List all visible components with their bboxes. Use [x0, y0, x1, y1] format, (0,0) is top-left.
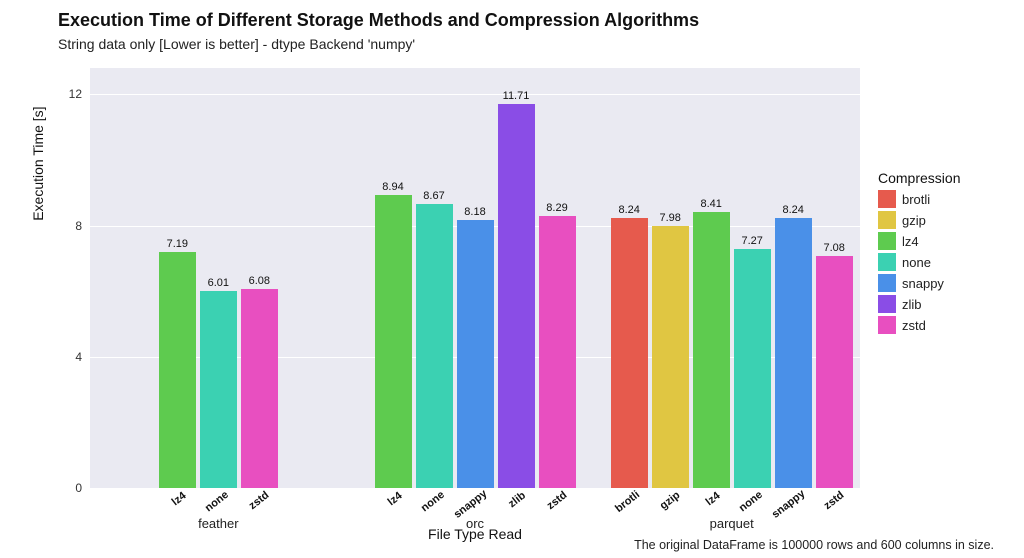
bar-value-label: 7.98 [659, 212, 680, 226]
bar-category-label: gzip [658, 489, 683, 512]
bar-feather-zstd: 6.08zstd [241, 289, 278, 489]
bar-category-label: zstd [822, 489, 847, 512]
bar-category-label: lz4 [170, 490, 189, 508]
bar-orc-zlib: 11.71zlib [498, 104, 535, 488]
legend-label: brotli [902, 192, 930, 207]
bar-category-label: none [203, 489, 231, 515]
bar-value-label: 8.41 [700, 198, 721, 212]
bar-feather-none: 6.01none [200, 291, 237, 488]
chart-title: Execution Time of Different Storage Meth… [58, 10, 699, 31]
bar-value-label: 7.27 [741, 235, 762, 249]
bar-value-label: 7.08 [823, 242, 844, 256]
footer-note: The original DataFrame is 100000 rows an… [634, 538, 994, 552]
bar-category-label: brotli [613, 489, 642, 515]
bar-category-label: lz4 [386, 490, 405, 508]
legend-swatch [878, 253, 896, 271]
bar-feather-lz4: 7.19lz4 [159, 252, 196, 488]
bar-category-label: lz4 [704, 490, 723, 508]
legend-item-zlib: zlib [878, 295, 1018, 313]
bar-category-label: zlib [506, 489, 528, 510]
y-tick-label: 4 [75, 350, 90, 364]
legend-label: gzip [902, 213, 926, 228]
legend-label: zlib [902, 297, 922, 312]
legend-swatch [878, 274, 896, 292]
bar-orc-none: 8.67none [416, 204, 453, 488]
legend-item-zstd: zstd [878, 316, 1018, 334]
bar-category-label: none [419, 489, 447, 515]
bar-value-label: 8.94 [382, 181, 403, 195]
bar-parquet-lz4: 8.41lz4 [693, 212, 730, 488]
bar-value-label: 8.24 [782, 204, 803, 218]
legend-swatch [878, 232, 896, 250]
bar-category-label: snappy [770, 488, 808, 521]
bar-category-label: none [737, 489, 765, 515]
chart-subtitle: String data only [Lower is better] - dty… [58, 36, 415, 52]
y-tick-label: 12 [69, 87, 90, 101]
y-tick-label: 0 [75, 481, 90, 495]
grid-line [90, 94, 860, 95]
legend-item-brotli: brotli [878, 190, 1018, 208]
legend-swatch [878, 295, 896, 313]
legend-item-gzip: gzip [878, 211, 1018, 229]
bar-category-label: zstd [545, 489, 570, 512]
y-axis-label: Execution Time [s] [30, 106, 46, 220]
bar-parquet-gzip: 7.98gzip [652, 226, 689, 488]
bar-value-label: 8.24 [618, 204, 639, 218]
bar-value-label: 8.29 [546, 202, 567, 216]
legend-label: lz4 [902, 234, 919, 249]
bar-value-label: 8.67 [423, 190, 444, 204]
bar-value-label: 7.19 [167, 238, 188, 252]
legend-label: zstd [902, 318, 926, 333]
legend-item-lz4: lz4 [878, 232, 1018, 250]
legend: Compression brotli gzip lz4 none snappy zlib z… [878, 170, 1018, 337]
bar-orc-lz4: 8.94lz4 [375, 195, 412, 488]
legend-swatch [878, 316, 896, 334]
bar-orc-zstd: 8.29zstd [539, 216, 576, 488]
legend-swatch [878, 190, 896, 208]
legend-swatch [878, 211, 896, 229]
grid-line [90, 488, 860, 489]
bar-value-label: 6.08 [249, 275, 270, 289]
bar-orc-snappy: 8.18snappy [457, 220, 494, 488]
bar-value-label: 11.71 [503, 90, 530, 104]
plot-area: 048127.19lz46.01none6.08zstdfeather8.94l… [90, 68, 860, 488]
legend-label: none [902, 255, 931, 270]
legend-title: Compression [878, 170, 1018, 186]
bar-parquet-zstd: 7.08zstd [816, 256, 853, 488]
legend-label: snappy [902, 276, 944, 291]
bar-value-label: 6.01 [208, 277, 229, 291]
legend-item-none: none [878, 253, 1018, 271]
bar-parquet-none: 7.27none [734, 249, 771, 488]
legend-item-snappy: snappy [878, 274, 1018, 292]
bar-parquet-brotli: 8.24brotli [611, 218, 648, 488]
bar-parquet-snappy: 8.24snappy [775, 218, 812, 488]
bar-category-label: zstd [247, 489, 272, 512]
chart-container: Execution Time of Different Storage Meth… [0, 0, 1024, 558]
bar-value-label: 8.18 [464, 206, 485, 220]
y-tick-label: 8 [75, 219, 90, 233]
